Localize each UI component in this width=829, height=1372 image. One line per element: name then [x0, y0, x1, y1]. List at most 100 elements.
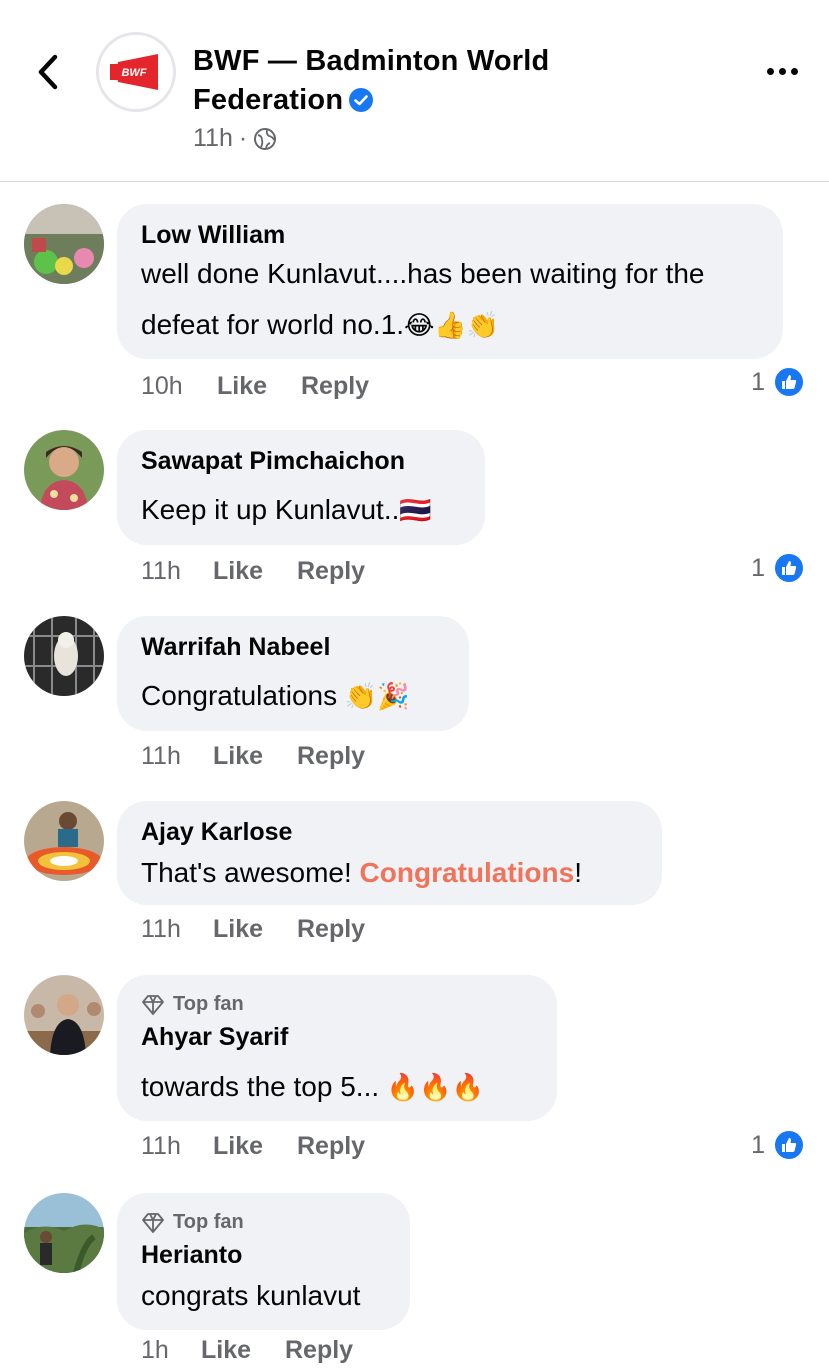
avatar-photo — [24, 616, 104, 696]
verified-badge-icon — [349, 88, 374, 112]
back-button[interactable] — [28, 50, 68, 94]
comment-bubble[interactable]: Sawapat Pimchaichon Keep it up Kunlavut.… — [117, 430, 485, 545]
celebration-highlight-word[interactable]: Congratulations — [360, 857, 575, 888]
globe-icon — [254, 127, 277, 150]
reaction-summary[interactable]: 1 — [751, 1129, 805, 1161]
avatar-photo — [24, 975, 104, 1055]
comment-text-content: towards the top 5... — [141, 1071, 387, 1102]
like-button[interactable]: Like — [213, 1132, 297, 1161]
comment-actions: 11h Like Reply — [141, 1132, 365, 1161]
more-options-button[interactable] — [758, 56, 806, 86]
comment-actions: 1h Like Reply — [141, 1336, 353, 1365]
more-dot — [790, 67, 798, 75]
reply-button[interactable]: Reply — [297, 915, 365, 944]
reply-button[interactable]: Reply — [301, 372, 369, 401]
comment-bubble[interactable]: Top fan Ahyar Syarif towards the top 5..… — [117, 975, 557, 1121]
clap-party-icon: 👏🎉 — [344, 682, 410, 712]
avatar-photo — [24, 801, 104, 881]
emoji-laugh-thumb-clap: 😂👍👏 — [404, 311, 500, 341]
comment-time: 10h — [141, 372, 183, 400]
avatar[interactable] — [24, 616, 104, 696]
more-dot — [778, 67, 786, 75]
like-reaction-icon — [773, 1129, 805, 1161]
comment-bubble[interactable]: Warrifah Nabeel Congratulations 👏🎉 — [117, 616, 469, 731]
comment-actions: 11h Like Reply — [141, 742, 365, 771]
page-title-line2: Federation — [193, 81, 673, 120]
meta-separator: · — [238, 124, 248, 152]
reply-button[interactable]: Reply — [285, 1336, 353, 1365]
like-button[interactable]: Like — [213, 742, 297, 771]
reaction-count: 1 — [751, 553, 765, 582]
comment-text-line2: defeat for world no.1.😂👍👏 — [141, 309, 499, 341]
comment-actions: 11h Like Reply — [141, 557, 365, 586]
comment-bubble[interactable]: Low William well done Kunlavut....has be… — [117, 204, 783, 359]
post-meta: 11h · — [193, 124, 277, 153]
reply-button[interactable]: Reply — [297, 742, 365, 771]
page-avatar[interactable]: BWF — [96, 32, 176, 112]
comment-time: 11h — [141, 742, 181, 770]
reaction-summary[interactable]: 1 — [751, 366, 805, 398]
avatar[interactable] — [24, 204, 104, 284]
reaction-count: 1 — [751, 1130, 765, 1159]
diamond-icon — [142, 994, 164, 1015]
comment-time: 11h — [141, 1132, 181, 1160]
comment-text: congrats kunlavut — [141, 1280, 361, 1311]
comment-time: 11h — [141, 557, 181, 585]
comment-time: 1h — [141, 1336, 169, 1364]
comment-text: towards the top 5... 🔥🔥🔥 — [141, 1071, 484, 1103]
like-button[interactable]: Like — [213, 557, 297, 586]
top-fan-badge: Top fan — [141, 1211, 244, 1234]
avatar[interactable] — [24, 801, 104, 881]
post-header: BWF BWF — Badminton World Federation 11h… — [0, 0, 829, 182]
comment-author[interactable]: Ahyar Syarif — [141, 1023, 288, 1052]
comment-actions: 11h Like Reply — [141, 915, 365, 944]
chevron-left-icon — [38, 54, 58, 90]
avatar[interactable] — [24, 430, 104, 510]
like-button[interactable]: Like — [217, 372, 301, 401]
comment-author[interactable]: Sawapat Pimchaichon — [141, 447, 405, 476]
comment-text-content: Keep it up Kunlavut.. — [141, 494, 400, 525]
comment-bubble[interactable]: Top fan Herianto congrats kunlavut — [117, 1193, 410, 1330]
page-title-line2-text: Federation — [193, 84, 344, 116]
like-button[interactable]: Like — [213, 915, 297, 944]
page-title[interactable]: BWF — Badminton World Federation — [193, 42, 673, 120]
comment-time: 11h — [141, 915, 181, 943]
comment-text-after: ! — [574, 857, 582, 888]
avatar[interactable] — [24, 1193, 104, 1273]
fire-icon: 🔥🔥🔥 — [386, 1073, 485, 1103]
avatar-photo — [24, 430, 104, 510]
thailand-flag-icon: 🇹🇭 — [399, 496, 432, 526]
more-dot — [766, 67, 774, 75]
avatar[interactable] — [24, 975, 104, 1055]
avatar-photo — [24, 1193, 104, 1273]
comment-text-line2-text: defeat for world no.1. — [141, 309, 405, 340]
reply-button[interactable]: Reply — [297, 1132, 365, 1161]
comment-author[interactable]: Warrifah Nabeel — [141, 633, 330, 662]
comment-text-before: That's awesome! — [141, 857, 360, 888]
page-title-line1: BWF — Badminton World — [193, 45, 550, 77]
comment-text: Keep it up Kunlavut..🇹🇭 — [141, 494, 432, 526]
diamond-icon — [142, 1212, 164, 1233]
like-reaction-icon — [773, 552, 805, 584]
reaction-count: 1 — [751, 367, 765, 396]
reply-button[interactable]: Reply — [297, 557, 365, 586]
top-fan-label: Top fan — [173, 993, 244, 1015]
like-reaction-icon — [773, 366, 805, 398]
comment-text: Congratulations 👏🎉 — [141, 680, 410, 712]
comment-bubble[interactable]: Ajay Karlose That's awesome! Congratulat… — [117, 801, 662, 905]
logo-text: BWF — [121, 67, 146, 79]
top-fan-badge: Top fan — [141, 993, 244, 1016]
top-fan-label: Top fan — [173, 1211, 244, 1233]
comment-text-content: Congratulations — [141, 680, 345, 711]
comment-author[interactable]: Low William — [141, 221, 285, 250]
comment-actions: 10h Like Reply — [141, 372, 369, 401]
comment-text: That's awesome! Congratulations! — [141, 857, 582, 889]
comment-author[interactable]: Herianto — [141, 1241, 242, 1270]
reaction-summary[interactable]: 1 — [751, 552, 805, 584]
avatar-photo — [24, 204, 104, 284]
comment-text-line1: well done Kunlavut....has been waiting f… — [141, 258, 705, 289]
comment-author[interactable]: Ajay Karlose — [141, 818, 292, 847]
like-button[interactable]: Like — [201, 1336, 285, 1365]
bwf-logo: BWF — [110, 54, 158, 90]
post-time: 11h — [193, 124, 233, 152]
